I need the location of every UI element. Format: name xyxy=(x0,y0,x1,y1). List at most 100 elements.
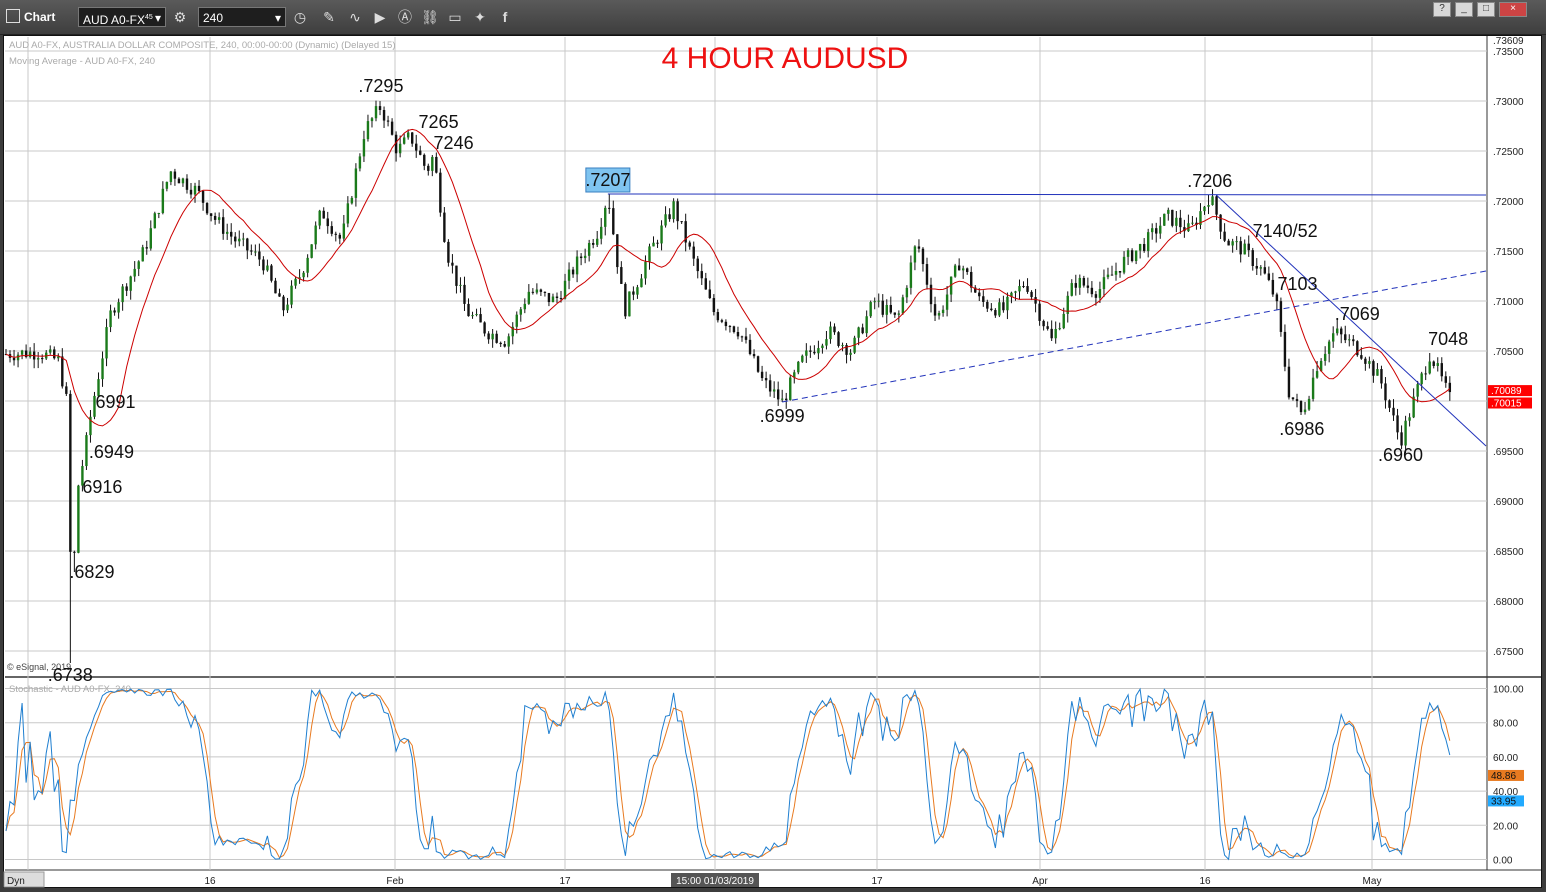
candle-down xyxy=(483,322,486,334)
candle-down xyxy=(925,264,929,285)
candle-up xyxy=(1307,398,1311,410)
candle-down xyxy=(73,551,76,553)
candle-down xyxy=(921,248,925,265)
candle-down xyxy=(1002,302,1005,311)
candle-down xyxy=(1291,397,1295,400)
candle-down xyxy=(12,357,16,361)
last-price-label: .70015 xyxy=(1491,399,1522,410)
candle-up xyxy=(913,246,917,263)
candle-down xyxy=(205,202,209,214)
candle-up xyxy=(362,139,366,157)
candle-up xyxy=(1163,213,1166,226)
candle-down xyxy=(246,238,249,251)
candle-up xyxy=(398,143,402,154)
candle-down xyxy=(708,289,712,299)
candle-up xyxy=(491,333,494,340)
candle-up xyxy=(374,106,378,119)
candle-down xyxy=(495,333,498,343)
candle-down xyxy=(173,171,177,179)
candle-up xyxy=(1151,228,1154,233)
candle-down xyxy=(720,320,724,322)
candle-down xyxy=(125,286,128,291)
stoch-header-label: Stochastic - AUD A0-FX, 240 xyxy=(9,684,131,695)
price-tick-label: .73500 xyxy=(1493,47,1524,58)
candle-down xyxy=(1215,196,1218,215)
candle-down xyxy=(571,269,575,275)
candle-down xyxy=(744,336,748,340)
candle-down xyxy=(1287,366,1291,398)
candle-up xyxy=(471,315,474,317)
candle-down xyxy=(1030,291,1033,298)
candle-down xyxy=(270,265,273,281)
candle-up xyxy=(1315,371,1319,378)
candle-down xyxy=(752,354,756,357)
price-annotation: .6949 xyxy=(89,442,134,462)
candle-up xyxy=(406,132,410,138)
candle-up xyxy=(507,336,510,347)
price-tick-label: .72000 xyxy=(1493,197,1524,208)
candle-down xyxy=(1179,217,1182,228)
candle-down xyxy=(1239,241,1242,255)
candle-down xyxy=(994,310,997,316)
candle-up xyxy=(1078,277,1082,288)
stoch-d-value: 48.86 xyxy=(1491,771,1516,782)
candle-down xyxy=(451,262,454,266)
candle-up xyxy=(36,358,40,360)
candle-down xyxy=(1219,214,1222,232)
candle-up xyxy=(193,185,197,195)
candle-down xyxy=(467,303,470,317)
candle-down xyxy=(833,326,836,333)
time-tick-label: 16 xyxy=(204,876,216,887)
chart-header-line: Moving Average - AUD A0-FX, 240 xyxy=(9,56,155,67)
candle-up xyxy=(57,356,60,359)
candle-down xyxy=(688,242,691,247)
candle-up xyxy=(1191,222,1194,224)
candle-down xyxy=(1444,376,1448,383)
candle-up xyxy=(660,225,663,244)
candle-up xyxy=(652,242,655,247)
candle-up xyxy=(1235,241,1238,243)
candle-down xyxy=(427,165,430,171)
candle-down xyxy=(559,298,563,300)
price-tick-label: .69000 xyxy=(1493,497,1524,508)
candle-down xyxy=(65,386,68,394)
candle-up xyxy=(1211,196,1214,206)
candle-down xyxy=(503,344,506,347)
price-annotation: .7207 xyxy=(585,170,630,190)
candle-up xyxy=(885,304,888,315)
candle-down xyxy=(933,304,937,316)
candle-down xyxy=(1038,303,1041,321)
price-annotation: 6916 xyxy=(82,477,122,497)
candle-down xyxy=(213,215,217,220)
candle-down xyxy=(499,342,502,345)
candle-up xyxy=(1175,217,1178,226)
candle-up xyxy=(937,313,941,316)
candle-up xyxy=(149,228,152,249)
candle-up xyxy=(644,261,647,279)
candle-down xyxy=(1110,274,1114,276)
candle-up xyxy=(567,269,571,281)
chart-svg[interactable]: .73500 .73000 .72500 .72000 .71500 .71000 .705… xyxy=(0,0,1546,892)
price-annotation: .6999 xyxy=(760,406,805,426)
candle-up xyxy=(998,302,1001,316)
candle-down xyxy=(1171,209,1174,226)
candle-down xyxy=(656,242,659,244)
candle-down xyxy=(258,251,261,260)
candle-down xyxy=(419,150,422,155)
candle-down xyxy=(929,284,933,305)
candle-up xyxy=(153,213,157,229)
candle-down xyxy=(700,271,703,279)
candle-down xyxy=(978,292,981,297)
candle-down xyxy=(386,120,390,122)
price-annotation: .7295 xyxy=(358,76,403,96)
candle-down xyxy=(1440,363,1443,377)
candle-down xyxy=(986,301,989,309)
candle-up xyxy=(1331,333,1335,342)
candle-down xyxy=(591,242,595,245)
stoch-tick-label: 60.00 xyxy=(1493,753,1518,764)
candle-up xyxy=(129,276,132,291)
price-annotation: 7265 xyxy=(419,112,459,132)
candle-up xyxy=(1070,283,1073,296)
candle-up xyxy=(1348,339,1351,341)
candle-up xyxy=(225,231,229,234)
